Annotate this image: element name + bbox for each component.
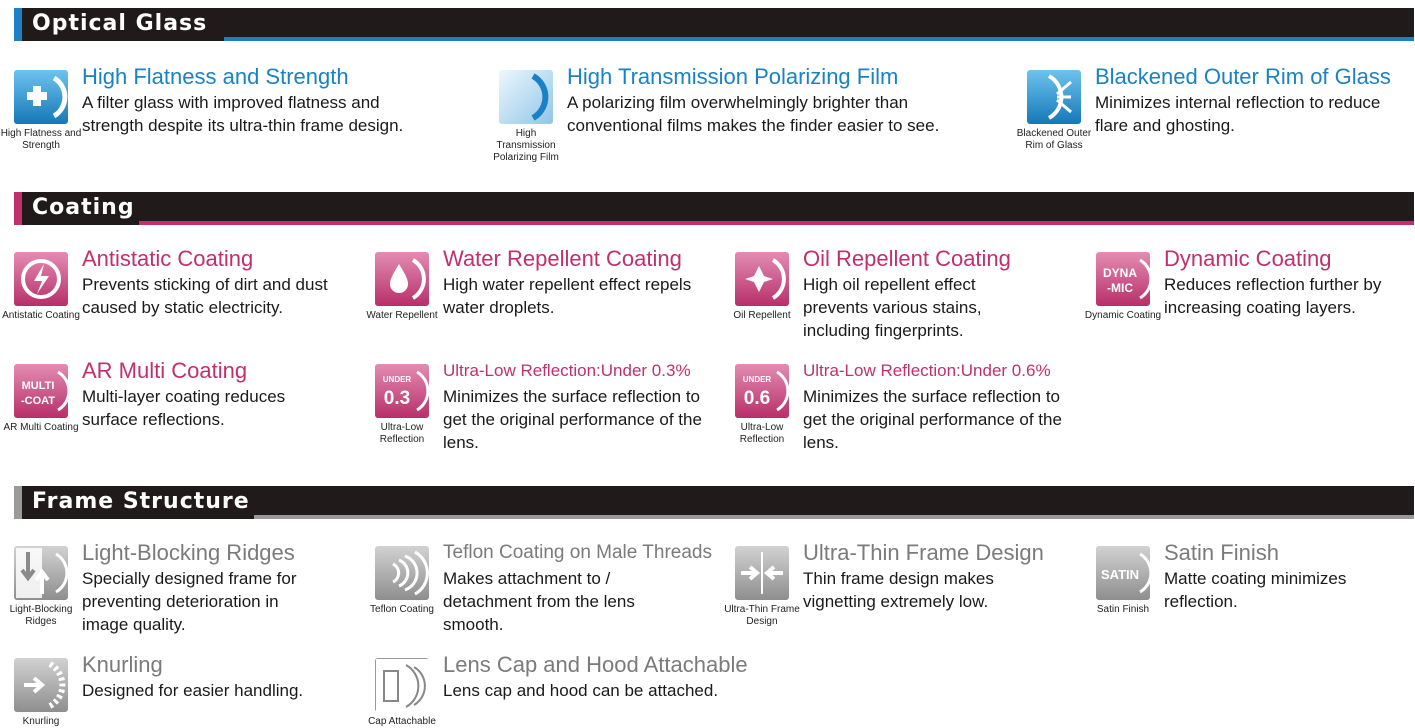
- section-title: Optical Glass: [32, 11, 208, 36]
- icon-caption: Satin Finish: [1096, 604, 1150, 615]
- icon-caption: Dynamic Coating: [1084, 310, 1162, 321]
- icon-text: UNDER: [383, 375, 412, 384]
- icon-caption: Ultra-Thin Frame Design: [724, 604, 800, 627]
- under-03-icon: UNDER 0.3: [375, 364, 429, 418]
- icon-caption: Cap Attachable: [368, 716, 436, 727]
- icon-caption: Water Repellent: [366, 310, 438, 321]
- cap-attachable-icon: [375, 658, 430, 713]
- icon-text: -MIC: [1107, 281, 1133, 295]
- section-header-frame-structure: Frame Structure: [14, 486, 1414, 519]
- feature-title: Knurling: [82, 652, 163, 677]
- section-accent: [14, 486, 22, 519]
- icon-caption: Blackened Outer Rim of Glass: [1016, 128, 1092, 151]
- icon-text: DYNA: [1103, 266, 1137, 280]
- feature-description: High water repellent effect repels water…: [443, 275, 692, 317]
- dynamic-mic-icon: DYNA -MIC: [1096, 252, 1150, 306]
- feature-title: Ultra-Low Reflection:Under 0.3%: [443, 361, 691, 380]
- section-accent: [14, 192, 22, 225]
- icon-text: SATIN: [1101, 567, 1139, 582]
- feature-description: Minimizes the surface reflection to get …: [443, 387, 702, 452]
- oil-drop-icon: [735, 252, 789, 306]
- icon-caption: Light-Blocking Ridges: [9, 604, 73, 627]
- icon-caption: Antistatic Coating: [2, 310, 80, 321]
- feature-description: Minimizes internal reflection to reduce …: [1095, 93, 1381, 135]
- feature-title: Teflon Coating on Male Threads: [443, 542, 712, 563]
- under-06-icon: UNDER 0.6: [735, 364, 789, 418]
- feature-description: Lens cap and hood can be attached.: [443, 681, 719, 700]
- feature-description: Thin frame design makes vignetting extre…: [803, 569, 994, 611]
- feature-description: Makes attachment to / detachment from th…: [443, 569, 635, 634]
- satin-icon: SATIN: [1096, 546, 1150, 600]
- lightning-icon: [14, 252, 68, 306]
- section-header-coating: Coating: [14, 192, 1414, 225]
- feature-title: Lens Cap and Hood Attachable: [443, 652, 748, 677]
- icon-caption: Teflon Coating: [370, 604, 434, 615]
- polarizing-film-icon: [499, 70, 553, 124]
- feature-description: Specially designed frame for preventing …: [82, 569, 297, 634]
- icon-text: 0.3: [384, 388, 410, 409]
- feature-title: Blackened Outer Rim of Glass: [1095, 64, 1391, 89]
- feature-description: A filter glass with improved flatness an…: [82, 93, 404, 135]
- icon-caption: High Transmission Polarizing Film: [493, 128, 559, 163]
- feature-description: Prevents sticking of dirt and dust cause…: [82, 275, 328, 317]
- feature-title: Antistatic Coating: [82, 246, 254, 271]
- section-accent: [14, 8, 22, 41]
- ultra-thin-frame-icon: [735, 546, 789, 600]
- water-drop-icon: [375, 252, 429, 306]
- feature-title: Satin Finish: [1164, 540, 1279, 565]
- feature-title: Ultra-Thin Frame Design: [803, 540, 1044, 565]
- icon-text: UNDER: [743, 375, 772, 384]
- feature-title: Dynamic Coating: [1164, 246, 1332, 271]
- feature-description: A polarizing film overwhelmingly brighte…: [567, 93, 940, 135]
- multi-coat-icon: MULTI -COAT: [14, 364, 68, 418]
- feature-title: AR Multi Coating: [82, 358, 248, 383]
- feature-description: Multi-layer coating reduces surface refl…: [82, 387, 286, 429]
- feature-description: Designed for easier handling.: [82, 681, 304, 700]
- section-stripe: [139, 221, 1414, 225]
- feature-title: Ultra-Low Reflection:Under 0.6%: [803, 361, 1051, 380]
- feature-title: High Flatness and Strength: [82, 64, 349, 89]
- icon-caption: AR Multi Coating: [3, 422, 79, 433]
- section-title: Coating: [32, 195, 135, 220]
- icon-caption: Knurling: [22, 716, 60, 727]
- feature-title: Light-Blocking Ridges: [82, 540, 295, 565]
- feature-description: Reduces reflection further by increasing…: [1164, 275, 1382, 317]
- section-stripe: [224, 37, 1414, 41]
- icon-text: -COAT: [21, 395, 55, 407]
- feature-description: Matte coating minimizes reflection.: [1164, 569, 1347, 611]
- cross-plus-icon: [14, 70, 68, 124]
- icon-caption: Ultra-Low Reflection: [379, 422, 425, 445]
- light-blocking-ridges-icon: [14, 546, 68, 600]
- icon-caption: Oil Repellent: [733, 310, 791, 321]
- section-stripe: [254, 515, 1414, 519]
- feature-description: High oil repellent effect prevents vario…: [803, 275, 982, 340]
- icon-text: MULTI: [22, 380, 55, 392]
- knurling-icon: [14, 658, 68, 712]
- feature-description: Minimizes the surface reflection to get …: [803, 387, 1062, 452]
- icon-caption: Ultra-Low Reflection: [739, 422, 785, 445]
- feature-title: Water Repellent Coating: [443, 246, 682, 271]
- icon-caption: High Flatness and Strength: [0, 128, 82, 151]
- feature-title: Oil Repellent Coating: [803, 246, 1011, 271]
- teflon-threads-icon: [375, 546, 429, 600]
- section-header-optical-glass: Optical Glass: [14, 8, 1414, 41]
- feature-title: High Transmission Polarizing Film: [567, 64, 899, 89]
- icon-text: 0.6: [744, 388, 770, 409]
- section-title: Frame Structure: [32, 489, 250, 514]
- blackened-rim-icon: [1027, 70, 1081, 124]
